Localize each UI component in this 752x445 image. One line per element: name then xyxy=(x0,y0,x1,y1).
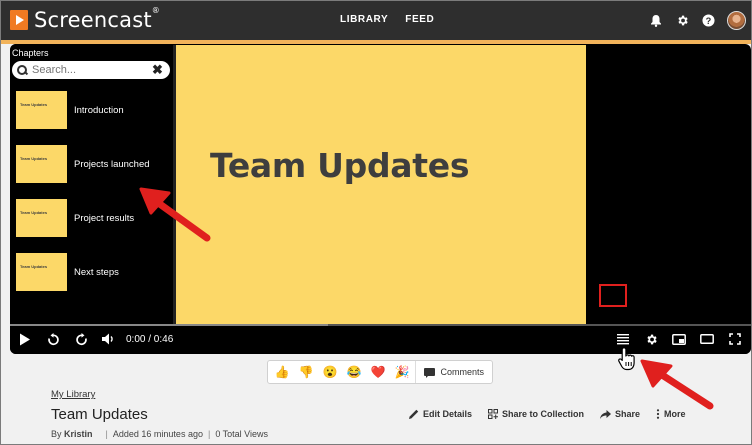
top-icons: ? xyxy=(643,1,751,40)
search-icon xyxy=(17,64,28,76)
chapter-search: ✖ xyxy=(12,61,170,79)
top-bar: Screencast® LIBRARY FEED ? xyxy=(1,1,751,40)
app-window: Screencast® LIBRARY FEED ? Team Updates … xyxy=(0,0,752,445)
view-count: 0 Total Views xyxy=(215,429,269,439)
settings-gear-icon[interactable] xyxy=(642,330,660,348)
chapter-label: Next steps xyxy=(74,266,119,278)
video-meta: By Kristin | Added 16 minutes ago | 0 Tota… xyxy=(51,429,269,439)
rewind-icon[interactable] xyxy=(44,330,62,348)
fullscreen-icon[interactable] xyxy=(726,330,744,348)
reaction-laughing[interactable]: 😂 xyxy=(342,365,366,379)
chapter-label: Projects launched xyxy=(74,158,150,170)
comments-label: Comments xyxy=(440,367,484,377)
chapter-label: Project results xyxy=(74,212,135,224)
chapters-list-icon[interactable] xyxy=(614,330,632,348)
svg-text:?: ? xyxy=(705,16,711,26)
chapter-item-projects-launched[interactable]: Team Updates Projects launched xyxy=(16,144,166,184)
comments-button[interactable]: Comments xyxy=(415,361,492,383)
video-title: Team Updates xyxy=(51,406,148,423)
forward-icon[interactable] xyxy=(72,330,90,348)
chapters-panel: Chapters ✖ Team Updates Introduction Tea… xyxy=(10,44,173,324)
breadcrumb-my-library[interactable]: My Library xyxy=(51,389,95,400)
chapter-thumbnail: Team Updates xyxy=(16,91,67,129)
chapter-thumbnail: Team Updates xyxy=(16,199,67,237)
chapter-search-input[interactable] xyxy=(32,64,150,76)
reactions-bar: 👍 👎 😮 😂 ❤️ 🎉 Comments xyxy=(267,360,493,384)
author-name[interactable]: Kristin xyxy=(64,429,93,439)
chapter-item-introduction[interactable]: Team Updates Introduction xyxy=(16,90,166,130)
screencast-logo[interactable]: Screencast® xyxy=(10,6,160,32)
play-logo-icon xyxy=(10,10,28,30)
video-actions: Edit Details Share to Collection Share M… xyxy=(409,409,702,419)
comment-bubble-icon xyxy=(424,368,436,378)
volume-icon[interactable] xyxy=(99,330,117,348)
player-controls: 0:00 / 0:46 xyxy=(10,324,751,354)
share-button[interactable]: Share xyxy=(600,409,640,419)
annotation-arrow-chapters-button xyxy=(640,359,714,410)
nav-library[interactable]: LIBRARY xyxy=(340,14,388,25)
video-player[interactable]: Team Updates Chapters ✖ Team Updates Int… xyxy=(10,44,751,354)
chapter-item-next-steps[interactable]: Team Updates Next steps xyxy=(16,252,166,292)
progress-bar[interactable] xyxy=(10,324,751,326)
added-time: Added 16 minutes ago xyxy=(112,429,203,439)
edit-details-button[interactable]: Edit Details xyxy=(409,409,472,419)
chapter-thumbnail: Team Updates xyxy=(16,253,67,291)
annotation-highlight-box xyxy=(599,284,627,307)
share-to-collection-button[interactable]: Share to Collection xyxy=(488,409,584,419)
reaction-thumbs-down[interactable]: 👎 xyxy=(294,365,318,379)
video-frame[interactable]: Team Updates xyxy=(173,45,586,325)
picture-in-picture-icon[interactable] xyxy=(670,330,688,348)
play-icon[interactable] xyxy=(16,330,34,348)
reaction-heart[interactable]: ❤️ xyxy=(366,365,390,379)
help-icon[interactable]: ? xyxy=(695,1,721,40)
bell-icon[interactable] xyxy=(643,1,669,40)
slide-title: Team Updates xyxy=(210,146,470,185)
gear-icon[interactable] xyxy=(669,1,695,40)
reaction-surprised[interactable]: 😮 xyxy=(318,365,342,379)
chapters-title: Chapters xyxy=(12,48,49,58)
chapter-item-project-results[interactable]: Team Updates Project results xyxy=(16,198,166,238)
share-arrow-icon xyxy=(600,409,612,419)
close-icon[interactable]: ✖ xyxy=(152,62,163,78)
pencil-icon xyxy=(409,409,419,419)
chapter-thumbnail: Team Updates xyxy=(16,145,67,183)
time-readout: 0:00 / 0:46 xyxy=(126,334,174,345)
logo-text: Screencast® xyxy=(34,6,160,32)
chapter-label: Introduction xyxy=(74,104,124,116)
theater-mode-icon[interactable] xyxy=(698,330,716,348)
reaction-party[interactable]: 🎉 xyxy=(390,365,414,379)
reaction-thumbs-up[interactable]: 👍 xyxy=(270,365,294,379)
kebab-menu-icon xyxy=(656,409,660,419)
more-button[interactable]: More xyxy=(656,409,686,419)
collection-icon xyxy=(488,409,499,419)
avatar[interactable] xyxy=(727,11,746,30)
main-nav: LIBRARY FEED xyxy=(340,14,434,25)
nav-feed[interactable]: FEED xyxy=(405,14,434,25)
